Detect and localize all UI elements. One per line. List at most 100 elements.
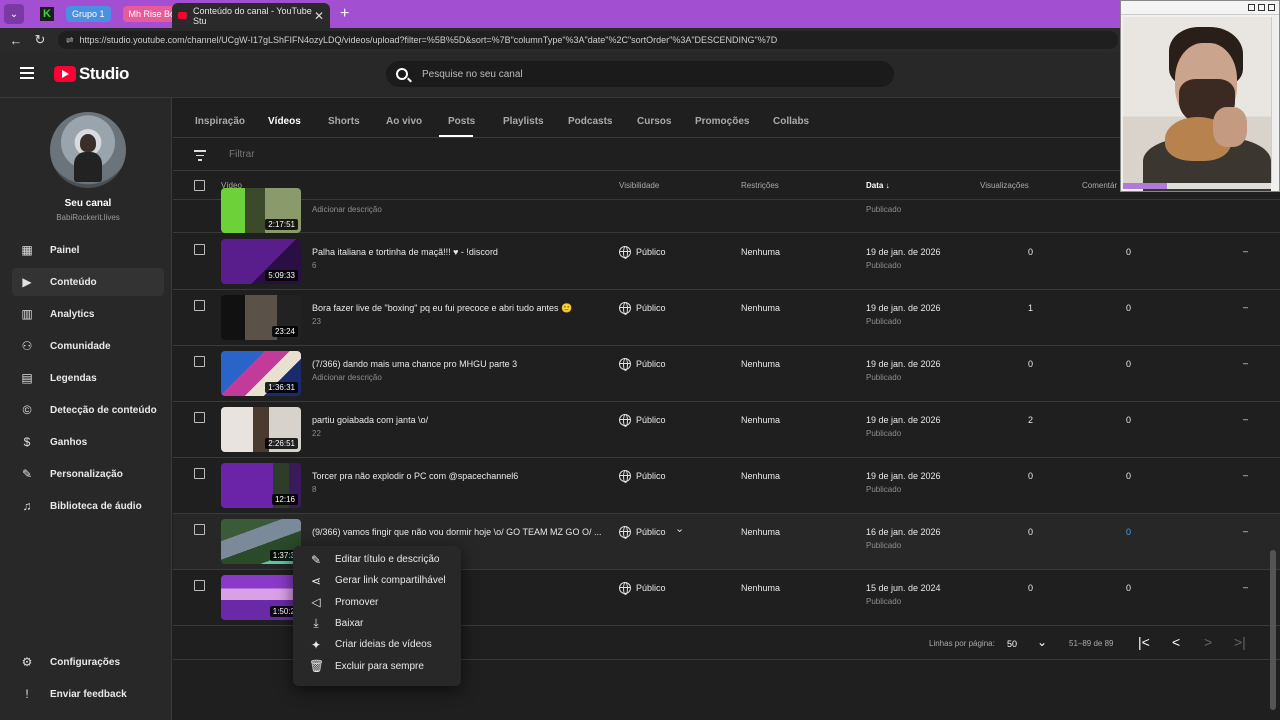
sidebar-item-4[interactable]: ▤ Legendas bbox=[12, 364, 164, 392]
visibility-cell[interactable]: Público bbox=[619, 302, 666, 315]
column-visibility[interactable]: Visibilidade bbox=[619, 181, 659, 190]
table-row[interactable]: 2:26:51 partiu goiabada com janta \o/22 Pú… bbox=[173, 402, 1280, 458]
select-all-checkbox[interactable] bbox=[194, 180, 205, 191]
active-browser-tab[interactable]: Conteúdo do canal - YouTube Stu ✕ bbox=[172, 3, 330, 28]
video-thumbnail[interactable]: 2:17:51 bbox=[221, 188, 301, 233]
visibility-cell[interactable]: Público bbox=[619, 526, 666, 539]
filter-input[interactable]: Filtrar bbox=[229, 149, 255, 160]
video-thumbnail[interactable]: 1:37:3 bbox=[221, 519, 301, 564]
menu-item-0[interactable]: ✎ Editar título e descrição bbox=[293, 549, 461, 570]
video-title[interactable]: partiu goiabada com janta \o/ bbox=[312, 415, 428, 425]
menu-item-2[interactable]: ◁ Promover bbox=[293, 592, 461, 613]
row-checkbox[interactable] bbox=[194, 524, 205, 535]
row-checkbox[interactable] bbox=[194, 468, 205, 479]
table-row[interactable]: 23:24 Bora fazer live de "boxing" pq eu f… bbox=[173, 290, 1280, 346]
visibility-cell[interactable]: Público bbox=[619, 246, 666, 259]
site-info-icon[interactable]: ⇌ bbox=[66, 35, 74, 46]
tab-7[interactable]: Cursos bbox=[637, 116, 671, 127]
studio-logo[interactable]: Studio bbox=[54, 64, 129, 84]
sidebar-footer-item-0[interactable]: ⚙ Configurações bbox=[12, 648, 164, 676]
maximize-icon[interactable] bbox=[1258, 4, 1265, 11]
tab-6[interactable]: Podcasts bbox=[568, 116, 612, 127]
visibility-dropdown-icon[interactable]: ⌄ bbox=[675, 522, 684, 535]
tab-search-chevron-icon[interactable]: ⌄ bbox=[4, 4, 24, 24]
tab-close-icon[interactable]: ✕ bbox=[314, 9, 324, 23]
tab-4[interactable]: Posts bbox=[448, 116, 475, 127]
sidebar-item-5[interactable]: © Detecção de conteúdo bbox=[12, 396, 164, 424]
menu-item-4[interactable]: ✦ Criar ideias de vídeos bbox=[293, 634, 461, 655]
sidebar-item-3[interactable]: ⚇ Comunidade bbox=[12, 332, 164, 360]
globe-icon bbox=[619, 246, 631, 259]
menu-item-3[interactable]: ⤓ Baixar bbox=[293, 613, 461, 634]
video-title[interactable]: Bora fazer live de "boxing" pq eu fui pr… bbox=[312, 303, 572, 314]
video-thumbnail[interactable]: 12:16 bbox=[221, 463, 301, 508]
tab-1[interactable]: Vídeos bbox=[268, 116, 301, 127]
tab-9[interactable]: Collabs bbox=[773, 116, 809, 127]
column-comments[interactable]: Comentár bbox=[1082, 181, 1117, 190]
scrollbar-thumb[interactable] bbox=[1270, 550, 1276, 710]
channel-search-input[interactable]: Pesquise no seu canal bbox=[386, 61, 894, 87]
table-row-partial[interactable]: 2:17:51 Adicionar descrição Publicado bbox=[173, 188, 1280, 233]
close-icon[interactable] bbox=[1268, 4, 1275, 11]
visibility-cell[interactable]: Público bbox=[619, 582, 666, 595]
row-checkbox[interactable] bbox=[194, 412, 205, 423]
menu-item-5[interactable]: 🗑 Excluir para sempre bbox=[293, 656, 461, 677]
tab-0[interactable]: Inspiração bbox=[195, 116, 245, 127]
video-thumbnail[interactable]: 1:36:31 bbox=[221, 351, 301, 396]
table-row[interactable]: 1:36:31 (7/366) dando mais uma chance pro… bbox=[173, 346, 1280, 402]
sidebar-item-2[interactable]: ▥ Analytics bbox=[12, 300, 164, 328]
new-tab-button[interactable]: + bbox=[340, 5, 349, 23]
tab-2[interactable]: Shorts bbox=[328, 116, 360, 127]
url-field[interactable]: ⇌ https://studio.youtube.com/channel/UCg… bbox=[58, 31, 1118, 49]
tab-group-1[interactable]: Grupo 1 bbox=[66, 6, 111, 22]
rows-per-page-dropdown-icon[interactable]: ⌄ bbox=[1037, 635, 1047, 649]
tab-8[interactable]: Promoções bbox=[695, 116, 749, 127]
sidebar-item-1[interactable]: ▶ Conteúdo bbox=[12, 268, 164, 296]
minimize-icon[interactable] bbox=[1248, 4, 1255, 11]
visibility-label: Público bbox=[636, 415, 666, 425]
row-checkbox[interactable] bbox=[194, 580, 205, 591]
sidebar-item-8[interactable]: ♫ Biblioteca de áudio bbox=[12, 492, 164, 520]
webcam-horizontal-scrollbar[interactable] bbox=[1123, 183, 1271, 189]
sidebar-footer-item-1[interactable]: ! Enviar feedback bbox=[12, 680, 164, 708]
rows-per-page-value[interactable]: 50 bbox=[1007, 639, 1017, 649]
visibility-cell[interactable]: Público bbox=[619, 414, 666, 427]
next-page-icon[interactable]: > bbox=[1204, 634, 1212, 650]
visibility-cell[interactable]: Público bbox=[619, 358, 666, 371]
sidebar-item-7[interactable]: ✎ Personalização bbox=[12, 460, 164, 488]
table-scrollbar[interactable] bbox=[1270, 200, 1276, 710]
comments-cell[interactable]: 0 bbox=[1073, 527, 1131, 537]
table-row[interactable]: 12:16 Torcer pra não explodir o PC com @s… bbox=[173, 458, 1280, 514]
first-page-icon[interactable]: |< bbox=[1138, 634, 1150, 650]
menu-item-1[interactable]: ⋖ Gerar link compartilhável bbox=[293, 570, 461, 591]
column-date[interactable]: Data ↓ bbox=[866, 181, 890, 190]
sidebar-item-0[interactable]: ▦ Painel bbox=[12, 236, 164, 264]
row-checkbox[interactable] bbox=[194, 244, 205, 255]
row-checkbox[interactable] bbox=[194, 356, 205, 367]
video-thumbnail[interactable]: 1:50:2 bbox=[221, 575, 301, 620]
column-views[interactable]: Visualizações bbox=[980, 181, 1029, 190]
visibility-cell[interactable]: Público bbox=[619, 470, 666, 483]
video-title[interactable]: (7/366) dando mais uma chance pro MHGU p… bbox=[312, 359, 517, 369]
video-thumbnail[interactable]: 2:26:51 bbox=[221, 407, 301, 452]
video-title[interactable]: Torcer pra não explodir o PC com @spacec… bbox=[312, 471, 518, 481]
last-page-icon[interactable]: >| bbox=[1234, 634, 1246, 650]
column-restrictions[interactable]: Restrições bbox=[741, 181, 779, 190]
video-title[interactable]: Palha italiana e tortinha de maçã!!! ♥ -… bbox=[312, 247, 498, 257]
reload-icon[interactable]: ↻ bbox=[32, 32, 48, 48]
tab-3[interactable]: Ao vivo bbox=[386, 116, 422, 127]
tab-5[interactable]: Playlists bbox=[503, 116, 544, 127]
channel-avatar[interactable] bbox=[50, 112, 126, 188]
filter-icon[interactable] bbox=[194, 150, 206, 164]
webcam-vertical-scrollbar[interactable] bbox=[1271, 17, 1277, 183]
extension-icon[interactable]: K bbox=[40, 7, 54, 21]
video-thumbnail[interactable]: 5:09:33 bbox=[221, 239, 301, 284]
video-title[interactable]: (9/366) vamos fingir que não vou dormir … bbox=[312, 527, 601, 537]
table-row[interactable]: 5:09:33 Palha italiana e tortinha de maçã… bbox=[173, 234, 1280, 290]
previous-page-icon[interactable]: < bbox=[1172, 634, 1180, 650]
hamburger-menu-icon[interactable] bbox=[20, 67, 34, 79]
row-checkbox[interactable] bbox=[194, 300, 205, 311]
video-thumbnail[interactable]: 23:24 bbox=[221, 295, 301, 340]
sidebar-item-6[interactable]: $ Ganhos bbox=[12, 428, 164, 456]
back-arrow-icon[interactable]: ← bbox=[8, 33, 24, 48]
